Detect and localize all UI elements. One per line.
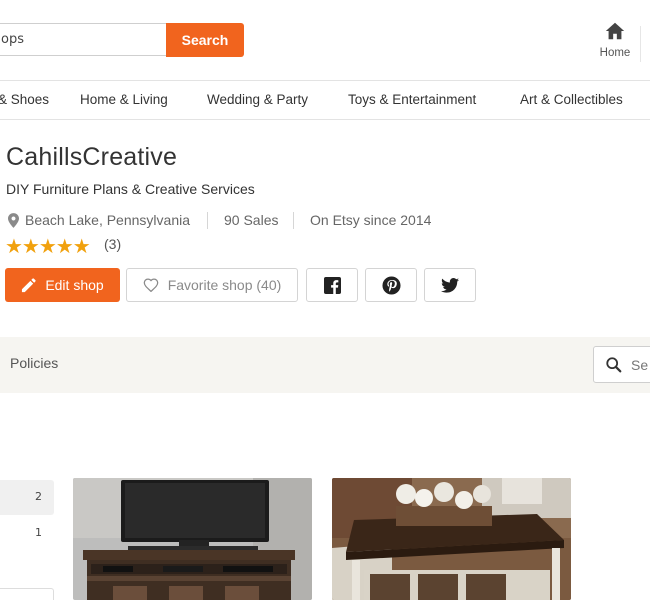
category-nav: & Shoes Home & Living Wedding & Party To… bbox=[0, 80, 650, 120]
facebook-icon bbox=[323, 276, 341, 294]
favorite-shop-button[interactable]: Favorite shop (40) bbox=[126, 268, 298, 302]
heart-icon bbox=[143, 278, 159, 292]
home-icon bbox=[605, 22, 625, 40]
coffee-table-photo bbox=[332, 478, 571, 600]
section-count: 2 bbox=[35, 490, 42, 503]
site-search-input[interactable]: ops bbox=[0, 23, 167, 56]
policies-link[interactable]: Policies bbox=[10, 355, 58, 371]
shop-name: CahillsCreative bbox=[6, 143, 178, 171]
shop-tagline: DIY Furniture Plans & Creative Services bbox=[6, 181, 255, 197]
shop-location: Beach Lake, Pennsylvania bbox=[25, 212, 190, 228]
meta-divider bbox=[293, 212, 294, 229]
favorite-shop-label: Favorite shop (40) bbox=[167, 277, 282, 293]
home-nav-button[interactable]: Home bbox=[594, 20, 636, 64]
listing-card-coffee-table[interactable] bbox=[332, 478, 571, 600]
location-pin-icon bbox=[8, 213, 19, 228]
category-art-collectibles[interactable]: Art & Collectibles bbox=[520, 92, 623, 107]
shop-search-placeholder: Se bbox=[631, 357, 649, 373]
pinterest-icon bbox=[381, 275, 401, 295]
section-count: 1 bbox=[35, 526, 42, 539]
shop-sales[interactable]: 90 Sales bbox=[224, 212, 278, 228]
shop-search-input[interactable]: Se bbox=[593, 346, 650, 383]
edit-shop-button[interactable]: Edit shop bbox=[5, 268, 120, 302]
edit-shop-label: Edit shop bbox=[45, 277, 104, 293]
sidebar-section-item[interactable]: 2 bbox=[0, 480, 54, 515]
site-header: ops Search Home bbox=[0, 0, 650, 80]
sidebar-section-item[interactable]: 1 bbox=[0, 516, 54, 551]
category-wedding-party[interactable]: Wedding & Party bbox=[207, 92, 308, 107]
shop-section-bar: Policies Se bbox=[0, 337, 650, 393]
sidebar-button-partial[interactable] bbox=[0, 588, 54, 600]
listing-card-tv-stand[interactable] bbox=[73, 478, 312, 600]
share-twitter-button[interactable] bbox=[424, 268, 476, 302]
review-count[interactable]: (3) bbox=[104, 236, 121, 252]
shop-since: On Etsy since 2014 bbox=[310, 212, 432, 228]
twitter-icon bbox=[441, 277, 459, 293]
share-pinterest-button[interactable] bbox=[365, 268, 417, 302]
pencil-icon bbox=[22, 277, 36, 292]
home-label: Home bbox=[599, 47, 631, 59]
tv-stand-photo bbox=[73, 478, 312, 600]
category-clothing-shoes[interactable]: & Shoes bbox=[0, 92, 49, 107]
header-divider bbox=[640, 26, 641, 62]
search-value: ops bbox=[1, 32, 24, 47]
meta-divider bbox=[207, 212, 208, 229]
category-toys-entertainment[interactable]: Toys & Entertainment bbox=[348, 92, 476, 107]
share-facebook-button[interactable] bbox=[306, 268, 358, 302]
search-button[interactable]: Search bbox=[166, 23, 244, 57]
rating-stars[interactable]: ★★★★★ bbox=[5, 234, 91, 258]
search-icon bbox=[606, 357, 622, 373]
category-home-living[interactable]: Home & Living bbox=[80, 92, 168, 107]
